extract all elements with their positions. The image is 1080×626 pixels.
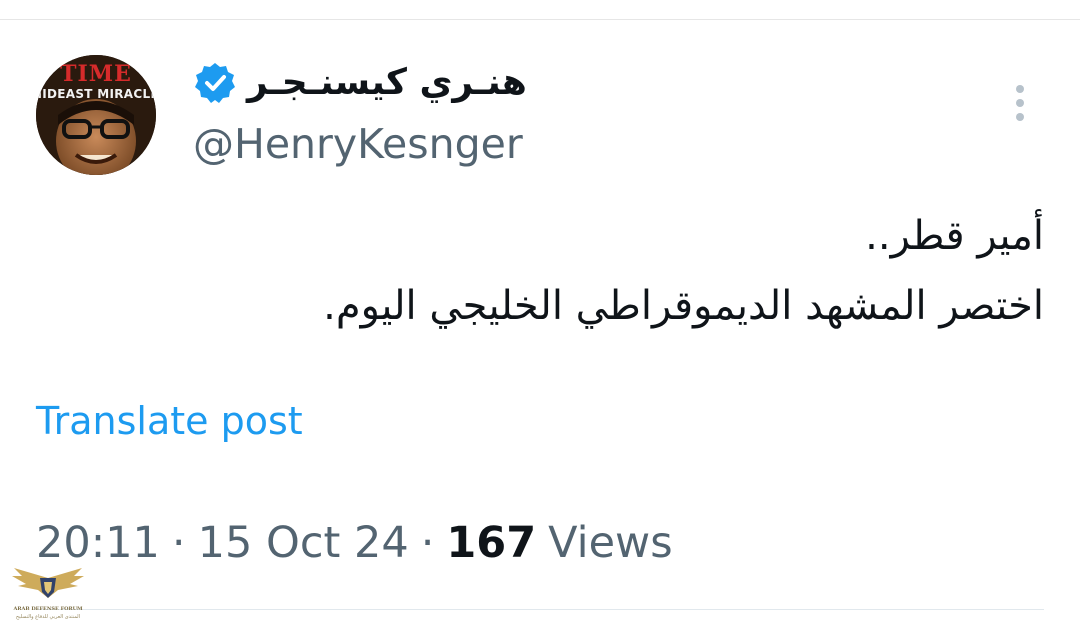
author-name-row: هنـري كيسنـجـر xyxy=(193,58,527,108)
author-display-name[interactable]: هنـري كيسنـجـر xyxy=(247,61,527,105)
more-vertical-icon-dot xyxy=(1016,113,1024,121)
views-label: Views xyxy=(548,518,673,568)
watermark-logo: ARAB DEFENSE FORUM المنتدى العربي للدفاع… xyxy=(8,564,88,624)
author-handle[interactable]: @HenryKesnger xyxy=(193,118,523,170)
watermark-subtitle: المنتدى العربي للدفاع والتسليح xyxy=(15,614,81,620)
more-vertical-icon xyxy=(1016,85,1024,93)
post-text-line: أمير قطر.. xyxy=(865,213,1044,259)
views-count: 167 xyxy=(446,518,537,568)
avatar-masthead: TIME xyxy=(60,61,132,87)
post-text: أمير قطر.. اختصر المشهد الديموقراطي الخل… xyxy=(64,208,1044,334)
avatar[interactable]: TIME MIDEAST MIRACLE xyxy=(36,55,156,175)
translate-post-link[interactable]: Translate post xyxy=(36,396,303,446)
top-divider xyxy=(0,19,1080,20)
more-vertical-icon-dot xyxy=(1016,99,1024,107)
bottom-divider xyxy=(35,609,1044,610)
verified-badge-icon xyxy=(195,63,235,103)
more-options-button[interactable] xyxy=(1004,80,1036,126)
avatar-cover-line: MIDEAST MIRACLE xyxy=(36,87,156,101)
watermark-title: ARAB DEFENSE FORUM xyxy=(13,606,83,612)
post-meta: 20:11 · 15 Oct 24 · 167 Views xyxy=(36,513,673,573)
post-text-line: اختصر المشهد الديموقراطي الخليجي اليوم. xyxy=(323,283,1044,329)
meta-separator: · xyxy=(420,518,435,568)
post-date[interactable]: 15 Oct 24 xyxy=(198,513,409,573)
meta-separator: · xyxy=(171,518,186,568)
watermark-wings-icon xyxy=(12,568,84,598)
